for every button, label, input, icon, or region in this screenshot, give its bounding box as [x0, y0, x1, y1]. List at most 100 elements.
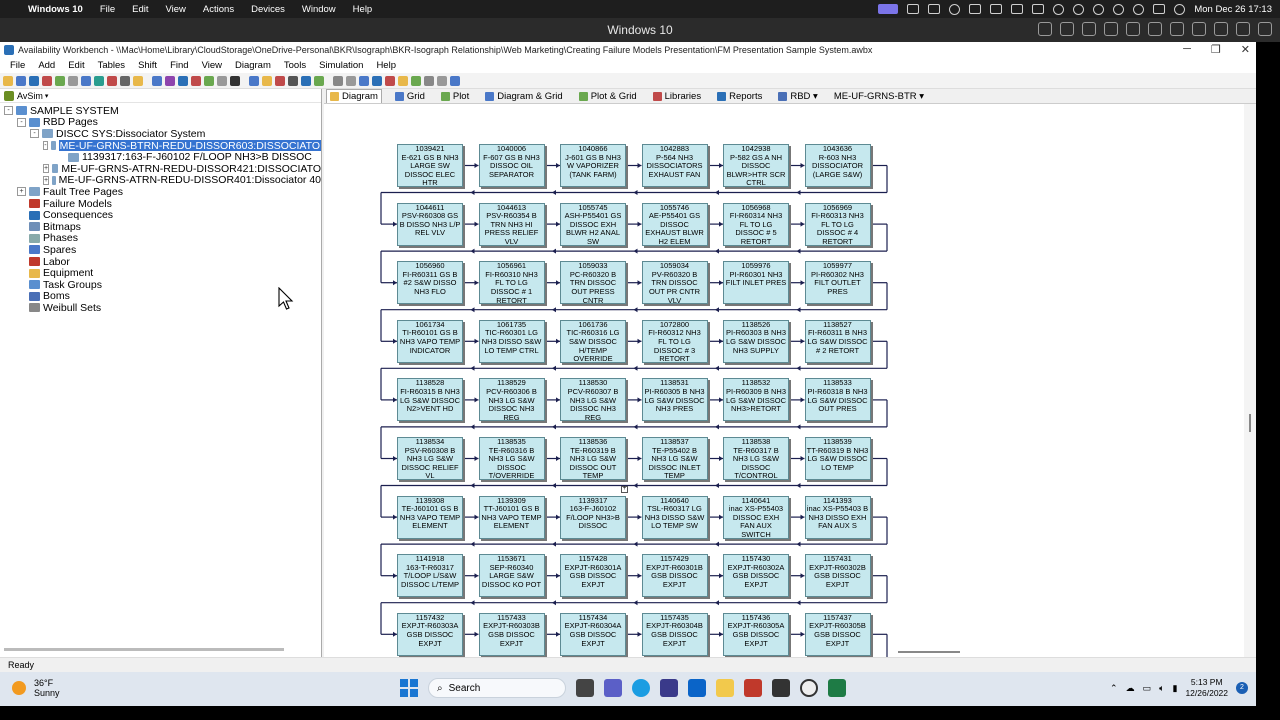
toolbar-button-icon[interactable]: [314, 75, 324, 86]
tree-item[interactable]: - SAMPLE SYSTEM: [4, 105, 321, 117]
menu-tables[interactable]: Tables: [98, 60, 125, 71]
tree-item[interactable]: - ME-UF-GRNS-BTRN-REDU-DISSOR603:DISSOCIA…: [4, 139, 321, 152]
rbd-block[interactable]: 1040866 J-601 GS B NH3 W VAPORIZER (TANK …: [560, 144, 626, 187]
rbd-block[interactable]: 1059033 PC-R60320 B TRN DISSOC OUT PRESS …: [560, 261, 626, 305]
tree-item[interactable]: Failure Models: [4, 198, 321, 209]
toolbar-button-icon[interactable]: [29, 75, 39, 86]
toolbar-button-icon[interactable]: [437, 75, 447, 86]
excel-icon[interactable]: [828, 679, 846, 697]
window-icon[interactable]: [969, 4, 982, 14]
menu-shift[interactable]: Shift: [138, 60, 157, 71]
expand-icon[interactable]: +: [17, 187, 26, 197]
screen-icon[interactable]: [907, 4, 920, 14]
rbd-block[interactable]: 1056961 FI-R60310 NH3 FL TO LG DISSOC # 1…: [478, 261, 545, 305]
rbd-block[interactable]: 1138536 TE-R60319 B NH3 LG S&W DISSOC OUT…: [560, 437, 626, 480]
rbd-block[interactable]: 1061734 TI-R60101 GS B NH3 VAPO TEMP INDI…: [397, 319, 463, 363]
toolbar-button-icon[interactable]: [204, 75, 214, 86]
toolbar-button-icon[interactable]: [107, 75, 117, 86]
store-icon[interactable]: [660, 679, 678, 697]
clipboard-icon[interactable]: [928, 4, 941, 14]
tree-item[interactable]: + ME-UF-GRNS-ATRN-REDU-DISSOR421:DISSOCIA…: [4, 163, 321, 175]
taskbar-clock[interactable]: 5:13 PM 12/26/2022: [1185, 677, 1228, 699]
rbd-block[interactable]: 1139317 163-F-J60102 F/LOOP NH3>B DISSOC: [560, 495, 626, 539]
rbd-block[interactable]: 1138531 PI-R60305 B NH3 LG S&W DISSOC NH3…: [641, 378, 708, 422]
rbd-block[interactable]: 1138534 PSV-R60308 B NH3 LG S&W DISSOC RE…: [397, 437, 463, 480]
rbd-block[interactable]: 1061736 TIC-R60316 LG S&W DISSOC H/TEMP O…: [560, 319, 626, 363]
tree-item[interactable]: Consequences: [4, 209, 321, 221]
menu-add[interactable]: Add: [38, 60, 55, 71]
rbd-block[interactable]: 1141393 inac XS-P55403 B NH3 DISSO EXH FA…: [804, 495, 871, 539]
tree-item[interactable]: Phases: [4, 233, 321, 244]
toolbar-button-icon[interactable]: [275, 75, 285, 86]
rbd-block[interactable]: 1157432 EXPJT-R60303A GSB DISSOC EXPJT: [397, 612, 463, 656]
rbd-block[interactable]: 1039421 E-621 GS B NH3 LARGE SW DISSOC EL…: [397, 144, 463, 187]
tree-item[interactable]: + Fault Tree Pages: [4, 186, 321, 198]
sidebar-icon[interactable]: [990, 4, 1003, 14]
rbd-block[interactable]: 1138528 FI-R60315 B NH3 LG S&W DISSOC N2>…: [397, 378, 463, 422]
tab-rbd[interactable]: RBD ▾: [775, 89, 820, 103]
avsim-selector[interactable]: AvSim ▾: [0, 89, 321, 103]
onedrive-icon[interactable]: ☁: [1126, 683, 1135, 694]
rbd-block[interactable]: 1043636 R-603 NH3 DISSOCIATOR (LARGE S&W): [804, 144, 871, 187]
tree-item[interactable]: Weibull Sets: [4, 302, 321, 314]
rbd-block[interactable]: 1157436 EXPJT-R60305A GSB DISSOC EXPJT: [723, 612, 789, 656]
rbd-block[interactable]: 1040006 F-607 GS B NH3 DISSOC OIL SEPARAT…: [478, 144, 545, 187]
mac-menu-window[interactable]: Window: [302, 4, 336, 15]
maximize-button[interactable]: ❐: [1211, 43, 1221, 56]
tree-item[interactable]: - DISCC SYS:Dissociator System: [4, 128, 321, 140]
rbd-block[interactable]: 1153671 SEP-R60340 LARGE S&W DISSOC KO PO…: [478, 554, 545, 598]
menu-simulation[interactable]: Simulation: [319, 60, 363, 71]
mac-app-name[interactable]: Windows 10: [28, 4, 83, 15]
rbd-block[interactable]: 1157437 EXPJT-R60305B GSB DISSOC EXPJT: [804, 612, 871, 656]
tree-item[interactable]: 1139317:163-F-J60102 F/LOOP NH3>B DISSOC: [4, 151, 321, 163]
rbd-block[interactable]: 1140640 TSL-R60317 LG NH3 DISSO S&W LO TE…: [641, 495, 708, 539]
notification-badge[interactable]: 2: [1236, 682, 1248, 694]
mac-menu-edit[interactable]: Edit: [132, 4, 148, 15]
rbd-block[interactable]: 1138537 TE-P55402 B NH3 LG S&W DISSOC INL…: [641, 437, 708, 480]
siri-icon[interactable]: [1174, 3, 1186, 15]
menu-file[interactable]: File: [10, 60, 25, 71]
rbd-block[interactable]: 1138539 TT-R60319 B NH3 LG S&W DISSOC LO …: [804, 437, 871, 480]
tab-diagram[interactable]: Diagram: [326, 89, 382, 103]
file-explorer-icon[interactable]: [716, 679, 734, 697]
rbd-block[interactable]: 1044611 PSV-R60308 GS B DISSO NH3 L/P REL…: [397, 202, 463, 246]
tree-horizontal-scrollbar[interactable]: [4, 648, 284, 651]
rbd-block[interactable]: 1138530 PCV-R60307 B NH3 LG S&W DISSOC NH…: [560, 378, 626, 422]
mac-menu-devices[interactable]: Devices: [251, 4, 285, 15]
tab-plot[interactable]: Plot: [438, 89, 472, 103]
rbd-block[interactable]: 1138538 TE-R60317 B NH3 LG S&W DISSOC T/C…: [723, 437, 789, 480]
rbd-block[interactable]: 1042938 P-582 GS A NH DISSOC BLWR>HTR SCR…: [723, 144, 789, 187]
camera-icon[interactable]: [1011, 4, 1024, 14]
toolbar-button-icon[interactable]: [411, 75, 421, 86]
rbd-block[interactable]: 1157430 EXPJT-R60302A GSB DISSOC EXPJT: [723, 554, 789, 598]
toolbar-button-icon[interactable]: [152, 75, 162, 86]
rbd-block[interactable]: 1157431 EXPJT-R60302B GSB DISSOC EXPJT: [804, 554, 871, 598]
toolbar-button-icon[interactable]: [301, 75, 311, 86]
vm-settings-icon[interactable]: [1258, 22, 1272, 36]
rbd-block[interactable]: 1059034 PV-R60320 B TRN DISSOC OUT PR CNT…: [641, 261, 708, 305]
collapse-icon[interactable]: -: [43, 141, 48, 151]
rbd-block[interactable]: 1140641 inac XS-P55403 DISSOC EXH FAN AUX…: [723, 495, 789, 539]
tab-plot-grid[interactable]: Plot & Grid: [576, 89, 640, 103]
toolbar-button-icon[interactable]: [346, 75, 356, 86]
rbd-block[interactable]: 1138532 PI-R60309 B NH3 LG S&W DISSOC NH3…: [723, 378, 789, 422]
rbd-block[interactable]: 1056969 FI-R60313 NH3 FL TO LG DISSOC # 4…: [804, 202, 871, 246]
mac-menu-actions[interactable]: Actions: [203, 4, 234, 15]
diagram-vertical-scrollbar[interactable]: [1244, 104, 1256, 657]
rbd-block[interactable]: 1138526 PI-R60303 B NH3 LG S&W DISSOC NH3…: [723, 319, 789, 363]
edge-icon[interactable]: [632, 679, 650, 697]
taskbar-search[interactable]: ⌕ Search: [428, 678, 566, 698]
toolbar-button-icon[interactable]: [68, 75, 78, 86]
toolbar-button-icon[interactable]: [398, 75, 408, 86]
rbd-block[interactable]: 1138533 PI-R60318 B NH3 LG S&W DISSOC OUT…: [804, 378, 871, 422]
tree-item[interactable]: Labor: [4, 256, 321, 267]
scroll-thumb[interactable]: [1249, 414, 1251, 432]
record-icon[interactable]: [949, 3, 961, 15]
app-icon-red[interactable]: [744, 679, 762, 697]
tree-item[interactable]: Bitmaps: [4, 221, 321, 233]
toolbar-button-icon[interactable]: [217, 75, 227, 86]
tree-item[interactable]: + ME-UF-GRNS-ATRN-REDU-DISSOR401:Dissocia…: [4, 175, 321, 186]
rbd-block[interactable]: 1138535 TE-R60316 B NH3 LG S&W DISSOC T/O…: [478, 437, 545, 480]
vm-pause-icon[interactable]: [1038, 22, 1052, 36]
g-icon[interactable]: [1073, 3, 1085, 15]
